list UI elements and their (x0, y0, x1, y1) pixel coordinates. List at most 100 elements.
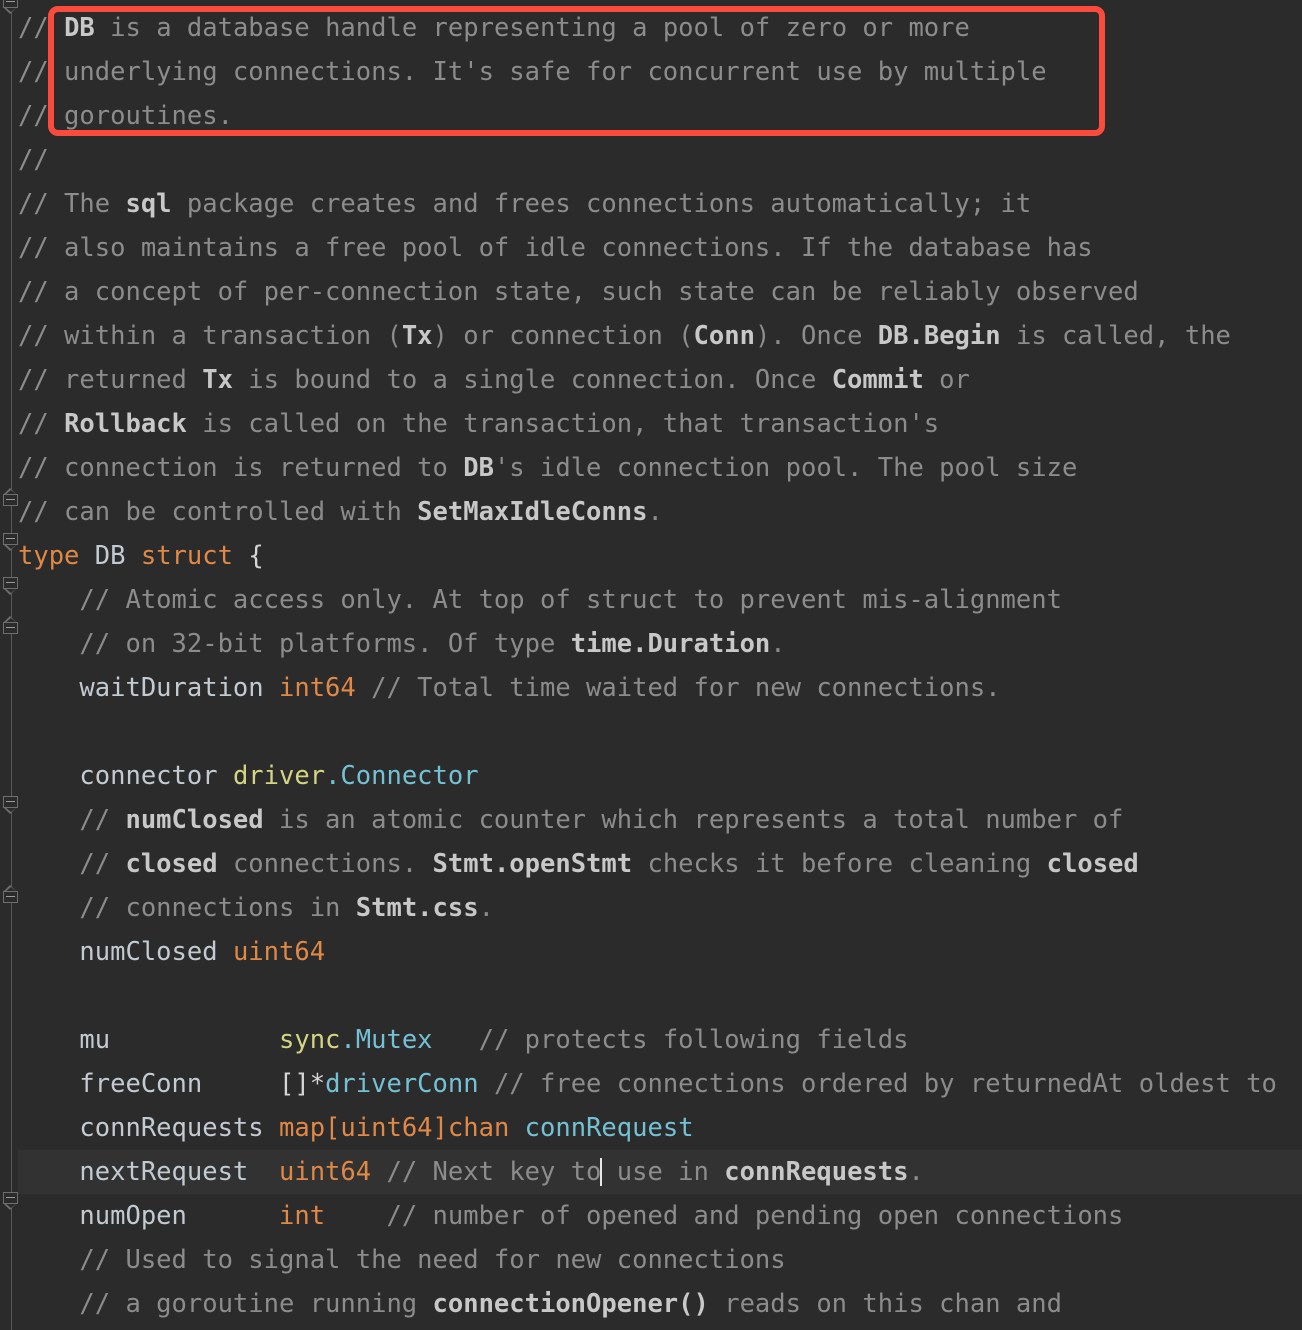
code-line[interactable]: // also maintains a free pool of idle co… (0, 226, 1302, 270)
code-token-cmt: // goroutines. (18, 101, 233, 131)
code-line[interactable]: // (0, 138, 1302, 182)
editor-gutter[interactable] (0, 0, 18, 1330)
code-token-type: uint64 (340, 1113, 433, 1143)
code-token-cmt: is an atomic counter which represents a … (263, 805, 1124, 835)
code-line[interactable]: // can be controlled with SetMaxIdleConn… (0, 490, 1302, 534)
code-token-ident: numClosed (18, 937, 233, 967)
code-line[interactable]: // on 32-bit platforms. Of type time.Dur… (0, 622, 1302, 666)
code-token-cmt: // Total time waited for new connections… (355, 673, 1001, 703)
code-token-type: uint64 (232, 937, 326, 967)
code-token-cmt: // (18, 849, 126, 879)
fold-marker-box (3, 577, 18, 589)
code-line[interactable]: // The sql package creates and frees con… (0, 182, 1302, 226)
code-token-cmt: // (18, 145, 49, 175)
code-token-cmt: is called on the transaction, that trans… (186, 409, 940, 439)
minus-icon (6, 538, 15, 539)
gutter-spine-line (11, 0, 12, 1330)
code-line[interactable]: connector driver.Connector (0, 754, 1302, 798)
code-line[interactable]: // connection is returned to DB's idle c… (0, 446, 1302, 490)
code-token-cmt: // connection is returned to (18, 453, 464, 483)
code-line[interactable]: freeConn []*driverConn // free connectio… (0, 1062, 1302, 1106)
code-token-cmt: // protects following fields (432, 1025, 909, 1055)
code-token-type: uint64 (279, 1157, 372, 1187)
code-token-punc (79, 541, 94, 571)
code-token-cmt: is a database handle representing a pool… (94, 13, 970, 43)
code-token-cmt: ). Once (754, 321, 878, 351)
code-line[interactable]: mu sync.Mutex // protects following fiel… (0, 1018, 1302, 1062)
code-line[interactable]: nextRequest uint64 // Next key to use in… (0, 1150, 1302, 1194)
code-line[interactable]: type DB struct { (0, 534, 1302, 578)
code-line[interactable]: numOpen int // number of opened and pend… (0, 1194, 1302, 1238)
fold-marker-down[interactable] (3, 796, 20, 815)
code-token-cmt-id: connRequests (724, 1157, 909, 1187)
code-token-cmt-id: DB (463, 453, 494, 483)
code-line[interactable]: // connections in Stmt.css. (0, 886, 1302, 930)
code-token-cls: driverConn (325, 1069, 479, 1099)
code-token-ident: DB (94, 541, 126, 571)
code-line[interactable]: // Atomic access only. At top of struct … (0, 578, 1302, 622)
code-token-kw: type (18, 541, 80, 571)
code-line[interactable]: // a concept of per-connection state, su… (0, 270, 1302, 314)
minus-icon (6, 896, 15, 897)
code-token-cmt: // a goroutine running (18, 1289, 433, 1319)
code-token-cmt: is bound to a single connection. Once (232, 365, 832, 395)
code-token-cmt-id: SetMaxIdleConns (417, 497, 648, 527)
code-token-cls: connRequest (524, 1113, 694, 1143)
code-line[interactable]: waitDuration int64 // Total time waited … (0, 666, 1302, 710)
code-editor[interactable]: // DB is a database handle representing … (0, 0, 1302, 1330)
code-line[interactable]: numClosed uint64 (0, 930, 1302, 974)
code-token-cmt: // underlying connections. It's safe for… (18, 57, 1047, 87)
code-token-cmt: . (908, 1157, 924, 1187)
fold-marker-down[interactable] (3, 533, 20, 552)
code-token-cmt-id: closed (1046, 849, 1139, 879)
fold-marker-box (3, 891, 18, 903)
code-line[interactable]: // Used to signal the need for new conne… (0, 1238, 1302, 1282)
code-line[interactable]: // underlying connections. It's safe for… (0, 50, 1302, 94)
code-token-ident: freeConn (18, 1069, 279, 1099)
code-token-cmt: // (18, 805, 126, 835)
code-token-cmt: // (18, 13, 65, 43)
code-token-punc: { (232, 541, 264, 571)
fold-marker-up[interactable] (3, 615, 20, 634)
code-line[interactable]: // Rollback is called on the transaction… (0, 402, 1302, 446)
code-line[interactable]: connRequests map[uint64]chan connRequest (0, 1106, 1302, 1150)
code-content[interactable]: // DB is a database handle representing … (0, 0, 1302, 1330)
code-line[interactable]: // numClosed is an atomic counter which … (0, 798, 1302, 842)
fold-marker-box (3, 796, 18, 808)
code-token-cmt: checks it before cleaning (632, 849, 1047, 879)
code-token-cmt-id: connectionOpener() (432, 1289, 709, 1319)
code-token-cmt: // Atomic access only. At top of struct … (18, 585, 1062, 615)
code-token-cmt: // can be controlled with (18, 497, 418, 527)
code-token-cmt: // The (18, 189, 126, 219)
code-token-cmt: use in (601, 1157, 725, 1187)
code-line[interactable] (0, 710, 1302, 754)
code-line[interactable] (0, 974, 1302, 1018)
fold-marker-down[interactable] (3, 0, 20, 15)
code-line[interactable]: // within a transaction (Tx) or connecti… (0, 314, 1302, 358)
code-token-cmt: . (647, 497, 663, 527)
fold-marker-box (3, 494, 18, 506)
code-line[interactable]: // goroutines. (0, 94, 1302, 138)
code-token-cmt-id: Stmt.css (355, 893, 479, 923)
code-token-type: int (279, 1201, 326, 1231)
code-token-cmt-id: Conn (693, 321, 755, 351)
code-line[interactable]: // closed connections. Stmt.openStmt che… (0, 842, 1302, 886)
code-line[interactable]: // DB is a database handle representing … (0, 6, 1302, 50)
code-token-ident: nextRequest (18, 1157, 279, 1187)
code-token-cmt: ) or connection ( (432, 321, 694, 351)
fold-marker-down[interactable] (3, 577, 20, 596)
code-line[interactable]: // returned Tx is bound to a single conn… (0, 358, 1302, 402)
code-token-cmt-id: numClosed (125, 805, 264, 835)
code-token-cmt: // connections in (18, 893, 356, 923)
code-token-cmt-id: Tx (401, 321, 433, 351)
minus-icon (6, 1, 15, 2)
code-token-cls: .Connector (325, 761, 479, 791)
code-token-cmt: // also maintains a free pool of idle co… (18, 233, 1093, 263)
fold-marker-down[interactable] (3, 1192, 20, 1211)
code-token-cmt: // returned (18, 365, 203, 395)
fold-marker-up[interactable] (3, 487, 20, 506)
code-token-cmt-id: closed (125, 849, 218, 879)
fold-marker-up[interactable] (3, 884, 20, 903)
code-token-cmt-id: sql (125, 189, 172, 219)
code-line[interactable]: // a goroutine running connectionOpener(… (0, 1282, 1302, 1326)
